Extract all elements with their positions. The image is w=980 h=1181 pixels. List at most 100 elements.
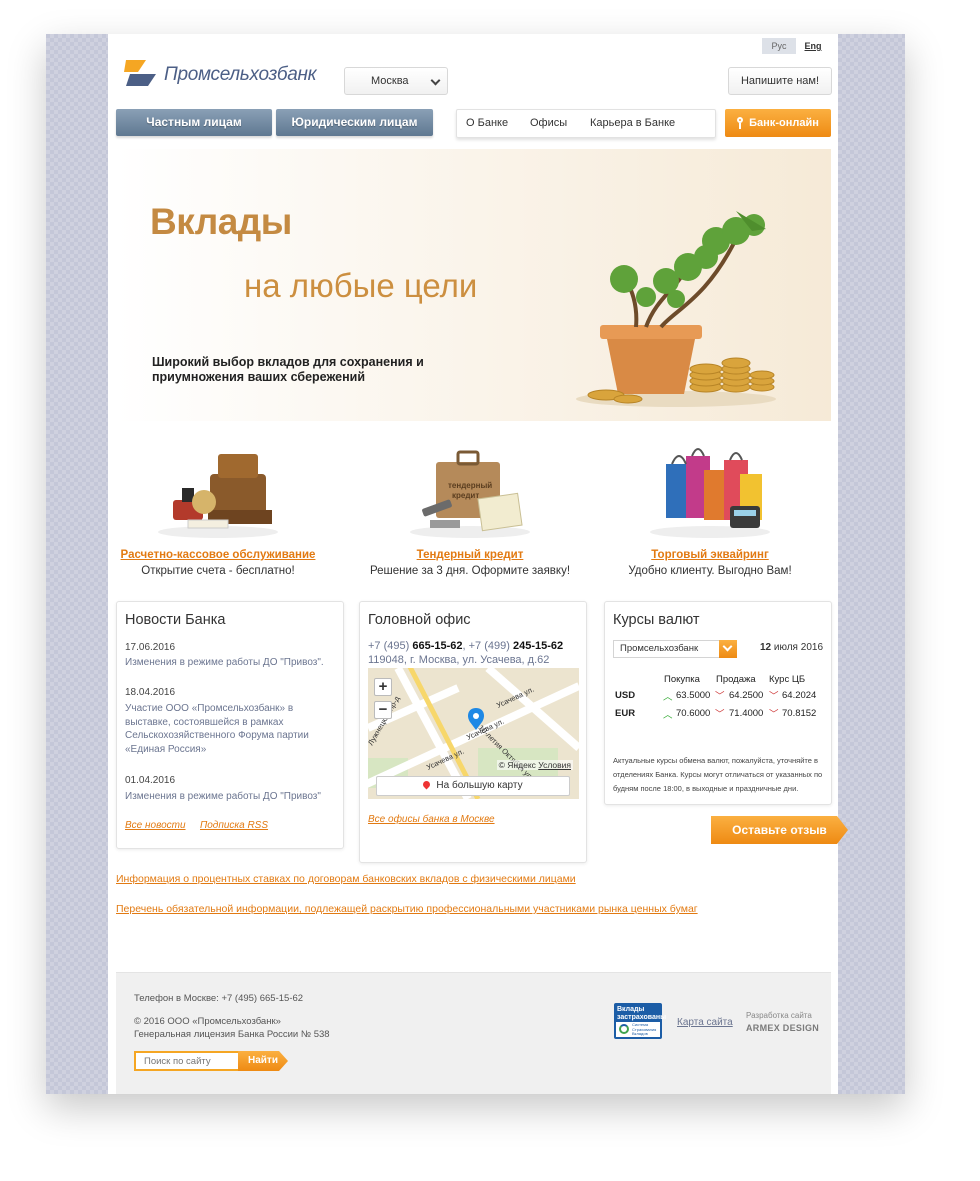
disclosure-info-link[interactable]: Перечень обязательной информации, подлеж… xyxy=(116,903,698,915)
promo-banner[interactable]: Вклады на любые цели Широкий выбор вклад… xyxy=(116,149,831,421)
rates-date-month: июля 2016 xyxy=(773,642,823,653)
map-pin-icon xyxy=(421,779,432,790)
service-desc-cash: Открытие счета - бесплатно! xyxy=(141,565,295,577)
rates-date: 12 июля 2016 xyxy=(760,642,823,653)
map-copyright: © Яндекс Условия xyxy=(496,760,573,770)
chevron-down-icon xyxy=(719,640,737,658)
arrow-down-icon: ﹀ xyxy=(715,691,725,702)
rates-cb-value: 70.8152 xyxy=(782,708,817,719)
page-background: Рус Eng Промсельхозбанк Москва Напишите … xyxy=(46,34,905,1094)
banner-title-2: на любые цели xyxy=(244,267,478,304)
news-text[interactable]: Изменения в режиме работы ДО "Привоз". xyxy=(125,656,339,670)
office-map[interactable]: Усачева ул. Усачёва ул. Усачева ул. 10-л… xyxy=(368,668,579,799)
cash-register-illustration xyxy=(158,454,278,538)
arrow-down-icon: ﹀ xyxy=(769,709,779,720)
chevron-down-icon xyxy=(430,75,441,86)
search-button[interactable]: Найти xyxy=(238,1051,288,1071)
rates-sell-value: 71.4000 xyxy=(729,708,764,719)
head-office-panel: Головной офис +7 (495) 665-15-62, +7 (49… xyxy=(359,601,587,863)
shopping-bags-illustration xyxy=(650,448,770,538)
footer-copyright: © 2016 ООО «Промсельхозбанк» xyxy=(134,1016,281,1027)
arrow-down-icon: ﹀ xyxy=(769,691,779,702)
nav-item-career[interactable]: Карьера в Банке xyxy=(590,110,675,137)
service-tender: тендерный кредит Тендерный кредит Решени… xyxy=(360,444,580,577)
search-input[interactable] xyxy=(134,1051,238,1071)
arrow-down-icon: ﹀ xyxy=(715,709,725,720)
rates-header-sell: Продажа xyxy=(716,674,756,685)
open-big-map-button[interactable]: На большую карту xyxy=(376,776,570,796)
key-icon xyxy=(737,117,743,129)
nav-item-offices[interactable]: Офисы xyxy=(530,110,567,137)
feedback-button[interactable]: Оставьте отзыв xyxy=(711,816,848,844)
private-clients-button[interactable]: Частным лицам xyxy=(116,109,272,136)
site-search: Найти xyxy=(134,1051,288,1071)
news-panel: Новости Банка 17.06.2016 Изменения в реж… xyxy=(116,601,344,849)
lang-ru-button[interactable]: Рус xyxy=(762,38,796,54)
nav-item-about[interactable]: О Банке xyxy=(466,110,508,137)
rates-header-cb: Курс ЦБ xyxy=(769,674,806,685)
arrow-up-icon: ︿ xyxy=(663,692,673,703)
map-terms-link[interactable]: Условия xyxy=(538,760,571,770)
rates-header-buy: Покупка xyxy=(664,674,700,685)
logo-mark-icon xyxy=(124,60,156,86)
page-container: Рус Eng Промсельхозбанк Москва Напишите … xyxy=(108,34,848,1094)
rates-date-day: 12 xyxy=(759,642,772,653)
service-desc-tender: Решение за 3 дня. Оформите заявку! xyxy=(369,565,571,577)
service-link-cash[interactable]: Расчетно-кассовое обслуживание xyxy=(108,549,328,561)
service-link-acquiring[interactable]: Торговый эквайринг xyxy=(600,549,820,561)
footer: Телефон в Москве: +7 (495) 665-15-62 © 2… xyxy=(116,972,831,1094)
phone-number: 665-15-62 xyxy=(412,640,463,652)
insured-badge-body: Система Страхования Вкладов xyxy=(616,1022,660,1037)
phone-number: 245-15-62 xyxy=(512,640,564,652)
footer-phone: Телефон в Москве: +7 (495) 665-15-62 xyxy=(134,993,304,1004)
rates-currency: USD xyxy=(615,690,636,701)
insurance-logo-icon xyxy=(619,1024,629,1034)
insured-sub: Система Страхования Вкладов xyxy=(632,1022,657,1036)
money-tree-illustration xyxy=(576,211,776,407)
news-date: 18.04.2016 xyxy=(125,687,176,698)
rates-bank-select[interactable]: Промсельхозбанк xyxy=(613,640,737,658)
city-select[interactable]: Москва xyxy=(344,67,448,95)
deposit-rates-info-link[interactable]: Информация о процентных ставках по догов… xyxy=(116,873,576,885)
map-copyright-text: © Яндекс xyxy=(498,760,536,770)
developer-name[interactable]: ARMEX DESIGN xyxy=(746,1023,819,1033)
sitemap-link[interactable]: Карта сайта xyxy=(677,1017,733,1028)
rates-buy-value: 70.6000 xyxy=(676,708,711,719)
corporate-clients-button[interactable]: Юридическим лицам xyxy=(276,109,433,136)
rates-bank-value: Промсельхозбанк xyxy=(620,643,699,654)
news-title: Новости Банка xyxy=(125,612,226,628)
rates-note: Актуальные курсы обмена валют, пожалуйст… xyxy=(613,756,823,793)
rss-link[interactable]: Подписка RSS xyxy=(200,820,268,831)
insured-label: Вклады застрахованы xyxy=(617,1006,667,1021)
service-link-tender[interactable]: Тендерный кредит xyxy=(360,549,580,561)
city-select-value: Москва xyxy=(371,75,409,87)
phone-code: +7 (499) xyxy=(468,640,510,652)
rates-title: Курсы валют xyxy=(613,612,700,628)
logo-text: Промсельхозбанк xyxy=(164,64,317,85)
lang-en-button[interactable]: Eng xyxy=(798,38,828,54)
office-address: 119048, г. Москва, ул. Усачева, д.62 xyxy=(368,654,550,666)
map-zoom-in-button[interactable]: + xyxy=(374,678,392,696)
bank-logo[interactable]: Промсельхозбанк xyxy=(124,58,344,92)
rates-currency: EUR xyxy=(615,708,636,719)
deposits-insured-badge[interactable]: Вклады застрахованы Система Страхования … xyxy=(614,1003,666,1039)
service-desc-acquiring: Удобно клиенту. Выгодно Вам! xyxy=(628,565,792,577)
rates-cb-value: 64.2024 xyxy=(782,690,817,701)
developer-label: Разработка сайта xyxy=(746,1011,812,1020)
news-text[interactable]: Участие ООО «Промсельхозбанк» в выставке… xyxy=(125,702,339,756)
all-news-link[interactable]: Все новости xyxy=(125,820,186,831)
svg-text:кредит: кредит xyxy=(452,491,479,500)
news-text[interactable]: Изменения в режиме работы ДО "Привоз" xyxy=(125,790,339,804)
service-cash: Расчетно-кассовое обслуживание Открытие … xyxy=(108,444,328,577)
news-date: 01.04.2016 xyxy=(125,775,176,786)
footer-license: Генеральная лицензия Банка России № 538 xyxy=(134,1029,330,1040)
news-date: 17.06.2016 xyxy=(125,642,176,653)
write-us-button[interactable]: Напишите нам! xyxy=(728,67,832,95)
map-zoom-out-button[interactable]: − xyxy=(374,701,392,719)
all-offices-link[interactable]: Все офисы банка в Москве xyxy=(368,814,495,825)
svg-text:тендерный: тендерный xyxy=(448,481,492,490)
arrow-up-icon: ︿ xyxy=(663,710,673,721)
office-phones: +7 (495) 665-15-62, +7 (499) 245-15-62 xyxy=(368,640,564,652)
online-bank-button[interactable]: Банк-онлайн xyxy=(725,109,831,137)
briefcase-illustration: тендерный кредит xyxy=(410,450,530,538)
